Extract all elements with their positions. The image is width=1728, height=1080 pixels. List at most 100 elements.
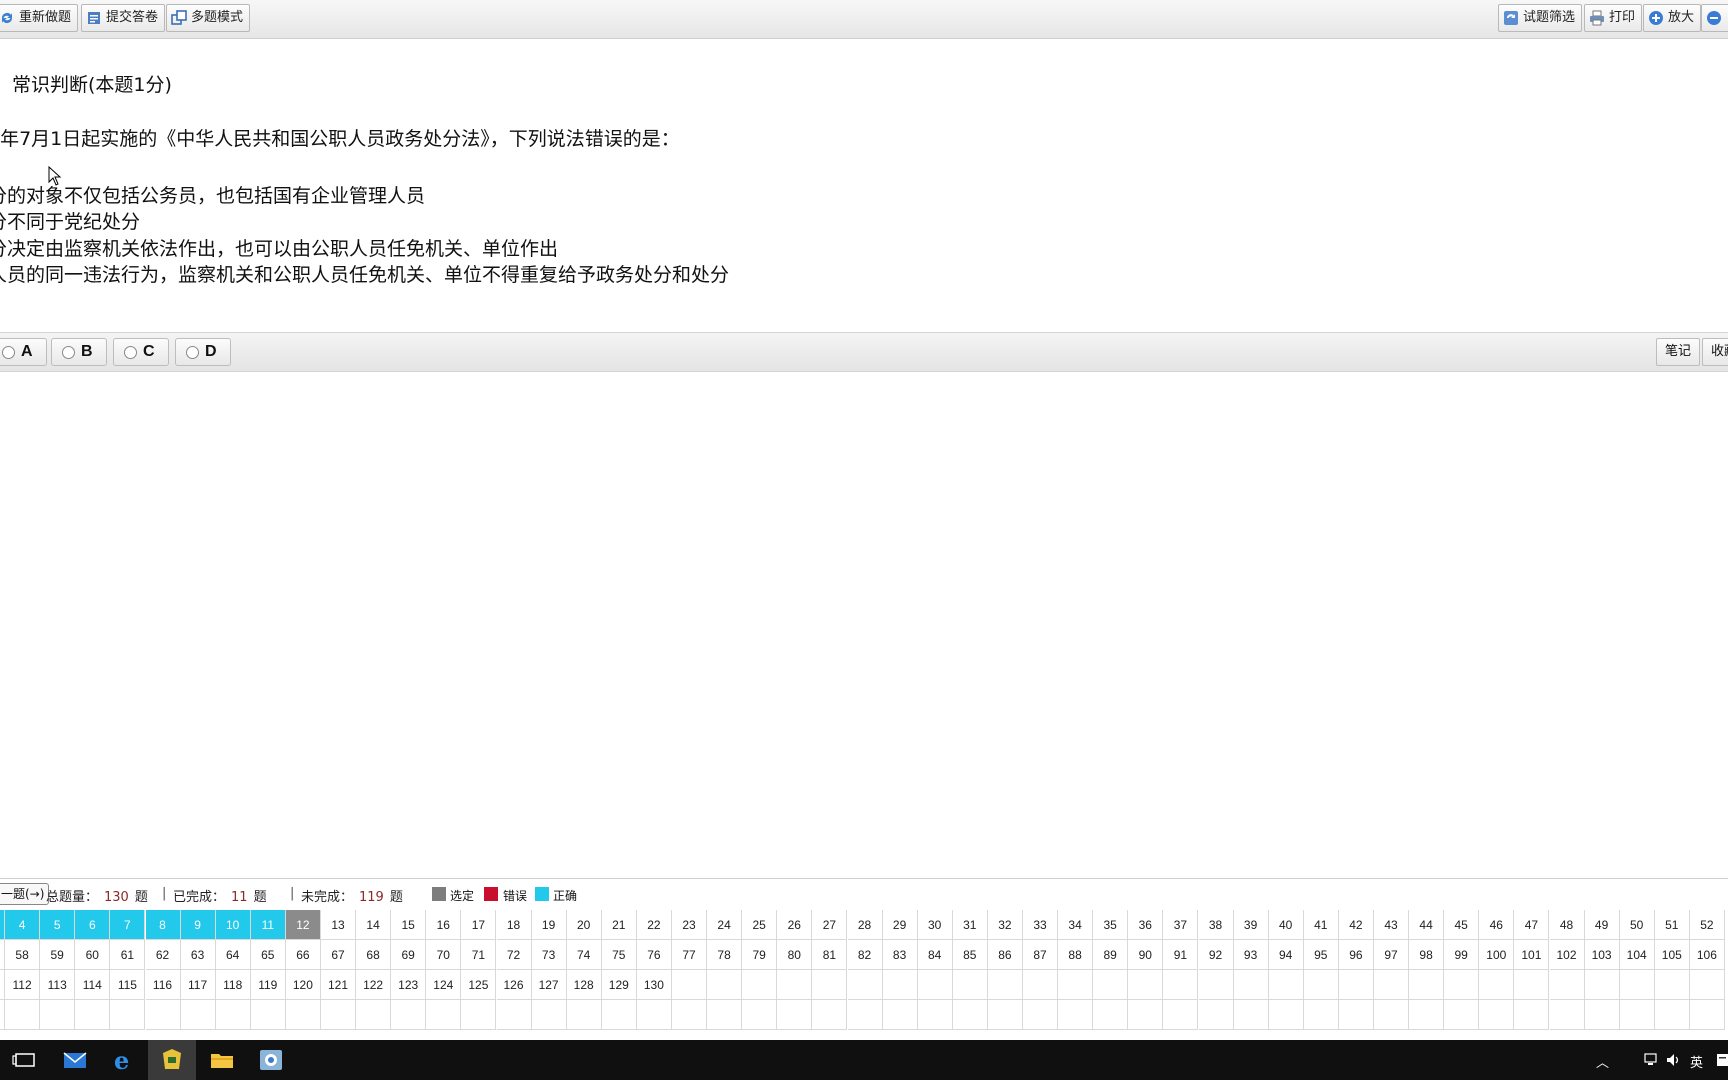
control-panel-icon[interactable] bbox=[258, 1047, 284, 1073]
question-number-cell[interactable]: 20 bbox=[566, 910, 602, 940]
question-number-cell[interactable]: 24 bbox=[707, 910, 743, 940]
mail-icon[interactable] bbox=[62, 1047, 88, 1073]
question-number-cell[interactable]: 99 bbox=[1444, 940, 1480, 970]
question-number-cell[interactable]: 102 bbox=[1549, 940, 1585, 970]
question-number-cell[interactable]: 76 bbox=[636, 940, 672, 970]
question-number-cell[interactable]: 130 bbox=[636, 970, 672, 1000]
question-number-cell[interactable]: 49 bbox=[1584, 910, 1620, 940]
question-number-cell[interactable]: 62 bbox=[145, 940, 181, 970]
question-number-cell[interactable]: 77 bbox=[672, 940, 707, 970]
question-number-cell[interactable]: 44 bbox=[1409, 910, 1445, 940]
question-number-cell[interactable]: 12 bbox=[285, 910, 321, 940]
question-number-cell[interactable]: 71 bbox=[461, 940, 497, 970]
question-number-cell[interactable]: 114 bbox=[75, 970, 111, 1000]
question-number-cell[interactable]: 14 bbox=[356, 910, 392, 940]
question-number-cell[interactable]: 60 bbox=[75, 940, 111, 970]
question-number-cell[interactable]: 65 bbox=[250, 940, 286, 970]
question-number-cell[interactable]: 7 bbox=[110, 910, 146, 940]
question-number-cell[interactable]: 52 bbox=[1689, 910, 1725, 940]
question-number-cell[interactable]: 81 bbox=[812, 940, 848, 970]
question-number-cell[interactable]: 125 bbox=[461, 970, 497, 1000]
question-number-cell[interactable]: 96 bbox=[1338, 940, 1374, 970]
question-number-cell[interactable]: 80 bbox=[777, 940, 813, 970]
question-number-cell[interactable]: 38 bbox=[1198, 910, 1234, 940]
edge-browser-icon[interactable]: e bbox=[111, 1047, 137, 1073]
question-number-cell[interactable]: 101 bbox=[1514, 940, 1550, 970]
task-view-icon[interactable] bbox=[12, 1047, 38, 1073]
question-number-cell[interactable]: 28 bbox=[847, 910, 883, 940]
question-number-cell[interactable]: 123 bbox=[391, 970, 427, 1000]
question-number-cell[interactable]: 89 bbox=[1093, 940, 1129, 970]
question-number-cell[interactable]: 116 bbox=[145, 970, 181, 1000]
question-number-cell[interactable]: 126 bbox=[496, 970, 532, 1000]
question-number-cell[interactable]: 30 bbox=[917, 910, 953, 940]
question-number-cell[interactable]: 120 bbox=[285, 970, 321, 1000]
redo-button[interactable]: 重新做题 bbox=[0, 4, 79, 32]
answer-c-button[interactable]: C bbox=[113, 338, 169, 366]
question-number-cell[interactable]: 129 bbox=[601, 970, 637, 1000]
question-number-cell[interactable]: 117 bbox=[180, 970, 216, 1000]
question-number-cell[interactable]: 43 bbox=[1374, 910, 1409, 940]
question-number-cell[interactable]: 29 bbox=[882, 910, 918, 940]
question-number-cell[interactable]: 127 bbox=[531, 970, 567, 1000]
question-number-cell[interactable]: 67 bbox=[321, 940, 356, 970]
question-number-cell[interactable]: 33 bbox=[1023, 910, 1058, 940]
exam-app-icon[interactable] bbox=[159, 1047, 185, 1073]
question-number-cell[interactable]: 124 bbox=[426, 970, 462, 1000]
question-number-cell[interactable]: 45 bbox=[1444, 910, 1480, 940]
question-number-cell[interactable]: 91 bbox=[1163, 940, 1199, 970]
filter-button[interactable]: 试题筛选 bbox=[1498, 4, 1583, 32]
next-question-button[interactable]: 一题(→) bbox=[0, 883, 50, 905]
note-button[interactable]: 笔记 bbox=[1656, 338, 1701, 366]
answer-b-button[interactable]: B bbox=[51, 338, 107, 366]
question-number-cell[interactable]: 128 bbox=[566, 970, 602, 1000]
question-number-cell[interactable]: 26 bbox=[777, 910, 813, 940]
question-number-cell[interactable]: 112 bbox=[5, 970, 41, 1000]
question-number-cell[interactable]: 10 bbox=[215, 910, 251, 940]
question-number-cell[interactable]: 84 bbox=[917, 940, 953, 970]
question-number-cell[interactable]: 122 bbox=[356, 970, 392, 1000]
question-number-cell[interactable]: 121 bbox=[321, 970, 356, 1000]
question-number-cell[interactable]: 8 bbox=[145, 910, 181, 940]
question-number-cell[interactable]: 95 bbox=[1303, 940, 1339, 970]
question-number-cell[interactable]: 27 bbox=[812, 910, 848, 940]
question-number-cell[interactable]: 115 bbox=[110, 970, 146, 1000]
question-number-cell[interactable]: 34 bbox=[1058, 910, 1094, 940]
file-explorer-icon[interactable] bbox=[209, 1047, 235, 1073]
notification-icon[interactable] bbox=[1716, 1052, 1728, 1068]
multi-question-button[interactable]: 多题模式 bbox=[166, 4, 251, 32]
question-number-cell[interactable]: 32 bbox=[987, 910, 1023, 940]
favorite-button[interactable]: 收藏 bbox=[1702, 338, 1728, 366]
network-icon[interactable] bbox=[1644, 1053, 1660, 1067]
question-number-cell[interactable]: 23 bbox=[672, 910, 707, 940]
question-number-cell[interactable]: 82 bbox=[847, 940, 883, 970]
answer-a-button[interactable]: A bbox=[0, 338, 47, 366]
zoom-out-button[interactable] bbox=[1701, 4, 1728, 32]
question-number-cell[interactable]: 85 bbox=[952, 940, 988, 970]
question-number-cell[interactable]: 40 bbox=[1268, 910, 1304, 940]
question-number-cell[interactable]: 19 bbox=[531, 910, 567, 940]
question-number-cell[interactable]: 94 bbox=[1268, 940, 1304, 970]
question-number-cell[interactable]: 9 bbox=[180, 910, 216, 940]
question-number-cell[interactable]: 64 bbox=[215, 940, 251, 970]
question-number-cell[interactable]: 61 bbox=[110, 940, 146, 970]
question-number-cell[interactable]: 66 bbox=[285, 940, 321, 970]
question-number-cell[interactable]: 103 bbox=[1584, 940, 1620, 970]
question-number-cell[interactable]: 75 bbox=[601, 940, 637, 970]
question-number-cell[interactable]: 51 bbox=[1654, 910, 1690, 940]
question-number-cell[interactable]: 87 bbox=[1023, 940, 1058, 970]
question-number-cell[interactable]: 39 bbox=[1233, 910, 1269, 940]
question-number-cell[interactable]: 83 bbox=[882, 940, 918, 970]
tray-chevron-up-icon[interactable]: ︿ bbox=[1596, 1052, 1609, 1071]
question-number-cell[interactable]: 68 bbox=[356, 940, 392, 970]
question-number-cell[interactable]: 42 bbox=[1338, 910, 1374, 940]
question-number-cell[interactable]: 93 bbox=[1233, 940, 1269, 970]
question-number-cell[interactable]: 37 bbox=[1163, 910, 1199, 940]
volume-icon[interactable] bbox=[1666, 1053, 1682, 1067]
question-number-cell[interactable]: 79 bbox=[742, 940, 778, 970]
question-number-cell[interactable]: 118 bbox=[215, 970, 251, 1000]
question-number-cell[interactable]: 41 bbox=[1303, 910, 1339, 940]
question-number-cell[interactable]: 58 bbox=[5, 940, 41, 970]
answer-d-button[interactable]: D bbox=[175, 338, 231, 366]
question-number-cell[interactable]: 13 bbox=[321, 910, 356, 940]
